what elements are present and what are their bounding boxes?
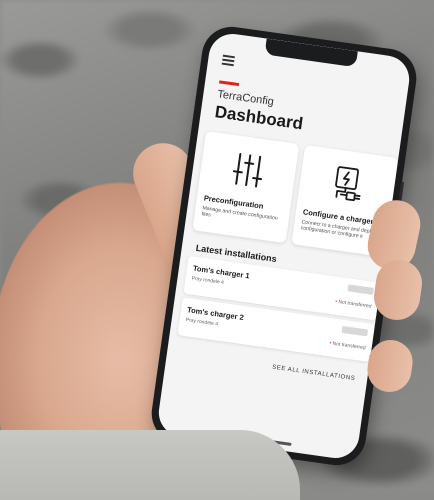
sliders-icon <box>232 153 263 188</box>
preconfiguration-card[interactable]: Preconfiguration Manage and create confi… <box>192 131 300 244</box>
installation-address: Pray rondele 4 <box>185 317 219 328</box>
card-description: Manage and create configuration files <box>201 205 278 222</box>
notch <box>264 38 358 68</box>
installation-status: • Not transferred <box>328 340 366 352</box>
installation-address: Pray rondele 4 <box>191 275 225 286</box>
page-title: Dashboard <box>213 102 305 134</box>
charger-plug-icon <box>335 166 361 202</box>
sleeve <box>0 430 300 500</box>
installation-badge <box>347 284 375 295</box>
hamburger-menu-icon[interactable] <box>221 54 235 69</box>
see-all-installations-link[interactable]: SEE ALL INSTALLATIONS <box>272 365 356 383</box>
installation-badge <box>341 325 369 337</box>
accent-bar <box>219 80 240 87</box>
installation-status: • Not transferred <box>334 298 372 310</box>
